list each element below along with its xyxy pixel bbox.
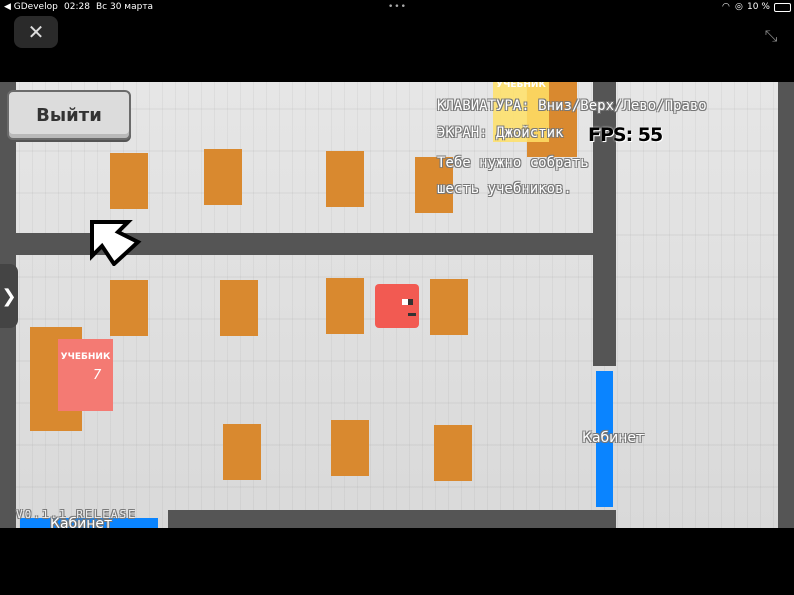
status-date: Вс 30 марта [96, 2, 154, 12]
bottom-wall [168, 510, 616, 528]
desk [326, 151, 364, 207]
textbook-label: УЧЕБНИК [60, 352, 111, 362]
wifi-icon: ◠ [722, 2, 730, 12]
back-to-app-link[interactable]: ◀ GDevelop [4, 0, 58, 14]
desk [223, 424, 261, 480]
side-panel-tab[interactable]: ❯ [0, 264, 18, 328]
close-button[interactable]: ✕ [14, 16, 58, 48]
exit-button-label: Выйти [36, 104, 102, 126]
textbook-label: УЧЕБНИК [496, 82, 546, 90]
cabinet-label-right: Кабинет [582, 430, 645, 446]
goal-text-line-1: Тебе нужно собрать [437, 155, 589, 171]
wall-right [778, 82, 794, 528]
game-canvas[interactable]: УЧЕБНИК УЧЕБНИК 7 Кабинет Кабинет КЛАВИА… [0, 82, 794, 528]
version-label: V0.1.1 RELEASE [16, 508, 137, 521]
desk [220, 280, 258, 336]
textbook-pickup-pink: УЧЕБНИК 7 [58, 339, 113, 411]
fps-counter: FPS: 55 [588, 124, 663, 146]
screen-hint: ЭКРАН: Джойстик [437, 125, 564, 141]
cursor-arrow-icon [90, 220, 142, 266]
fullscreen-toggle-button[interactable]: ⤡ [760, 26, 782, 48]
desk [434, 425, 472, 481]
exit-button[interactable]: Выйти [7, 90, 131, 140]
status-time: 02:28 [64, 2, 90, 12]
battery-icon [774, 3, 791, 12]
desk [326, 278, 364, 334]
multitask-dots[interactable]: ••• [388, 0, 407, 14]
player-mouth [408, 313, 416, 316]
desk [110, 280, 148, 336]
keyboard-hint: КЛАВИАТУРА: Вниз/Верх/Лево/Право [437, 98, 707, 114]
textbook-count: 7 [93, 368, 102, 383]
desk [110, 153, 148, 209]
goal-text-line-2: шесть учебников. [437, 181, 572, 197]
collapse-icon: ⤡ [764, 26, 778, 45]
chevron-right-icon: ❯ [1, 285, 17, 307]
status-bar: ◀ GDevelop 02:28 Вс 30 марта ••• ◠ ◎ 10 … [0, 0, 794, 14]
battery-percent: 10 % [747, 2, 770, 12]
close-icon: ✕ [27, 20, 45, 44]
orientation-lock-icon: ◎ [735, 2, 743, 12]
player-pupil [408, 299, 413, 305]
desk [331, 420, 369, 476]
player-character [375, 284, 419, 328]
desk [204, 149, 242, 205]
desk [430, 279, 468, 335]
